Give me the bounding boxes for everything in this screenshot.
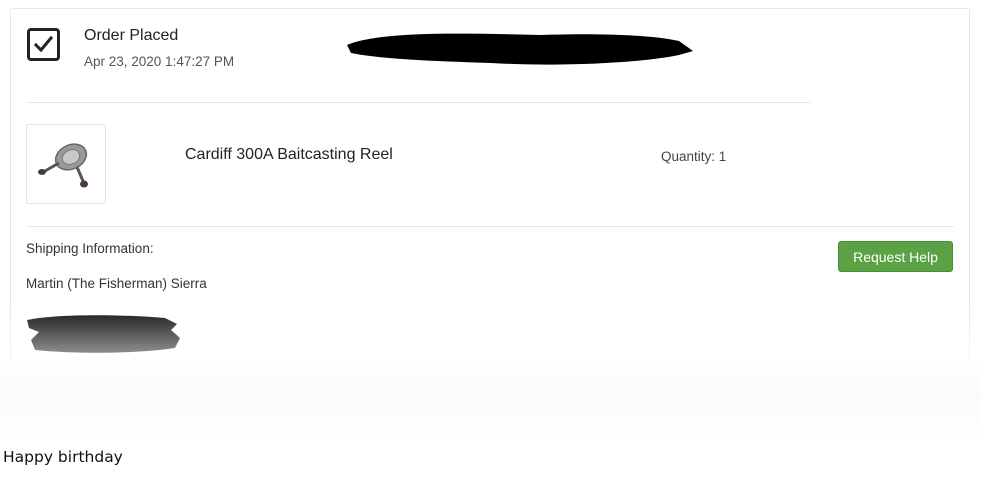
order-date: Apr 23, 2020 1:47:27 PM	[84, 54, 235, 69]
redaction-mark	[347, 33, 693, 65]
divider	[26, 226, 954, 227]
fade-overlay	[0, 300, 981, 442]
request-help-button[interactable]: Request Help	[838, 241, 953, 272]
shipping-info-label: Shipping Information:	[26, 241, 154, 256]
checkmark-icon	[34, 35, 53, 53]
product-image[interactable]	[26, 124, 106, 204]
caption-text: Happy birthday	[3, 448, 123, 466]
quantity-label: Quantity: 1	[661, 149, 727, 164]
product-name[interactable]: Cardiff 300A Baitcasting Reel	[185, 146, 393, 164]
fishing-reel-icon	[38, 143, 88, 188]
order-status: Order Placed	[84, 27, 179, 44]
shipping-name: Martin (The Fisherman) Sierra	[26, 276, 207, 291]
order-placed-checkbox-icon	[27, 28, 60, 61]
divider	[26, 102, 811, 103]
